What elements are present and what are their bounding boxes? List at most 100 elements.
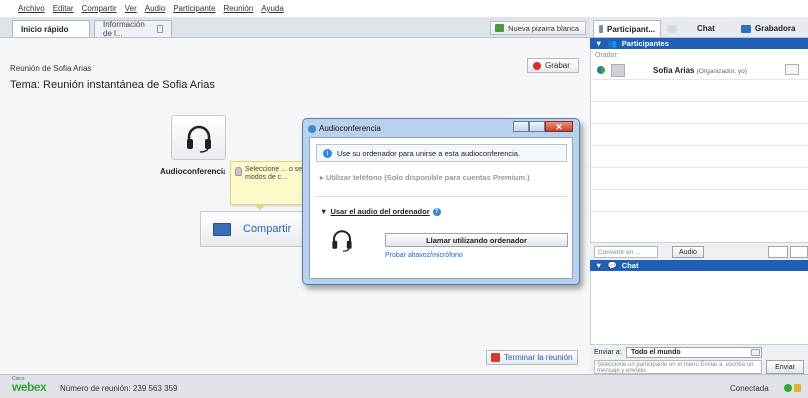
info-icon: i — [323, 148, 332, 158]
presence-icon — [597, 66, 605, 74]
chevron-down-icon — [751, 349, 760, 356]
participants-header[interactable]: ▼ 👥 Participantes — [590, 38, 808, 49]
menu-participante[interactable]: Participante — [173, 4, 215, 13]
tooltip-tail — [254, 204, 266, 210]
row-divider — [591, 101, 808, 102]
share-label: Compartir — [243, 223, 292, 235]
chat-icon — [667, 24, 677, 33]
add-participant-icon[interactable] — [790, 246, 808, 258]
audio-conference-dialog: Audioconferencia ✕ i Use su ordenador pa… — [302, 118, 580, 285]
chat-compose: Enviar a: Todo el mundo Seleccione un pa… — [590, 344, 808, 374]
dialog-body: i Use su ordenador para unirse a esta au… — [309, 137, 573, 279]
help-icon[interactable]: ? — [432, 207, 441, 216]
info-text: Use su ordenador para unirse a esta audi… — [337, 148, 521, 158]
participants-header-label: Participantes — [621, 39, 669, 48]
row-divider — [591, 189, 808, 190]
participant-row[interactable]: Sofia Arias (Organizador, yo) — [591, 62, 808, 78]
chat-header[interactable]: ▼ 💬 Chat — [590, 260, 808, 271]
tab-meeting-info[interactable]: Información de l... — [94, 20, 172, 38]
whiteboard-icon — [495, 24, 505, 32]
row-divider — [591, 79, 808, 80]
menu-editar[interactable]: Editar — [53, 4, 74, 13]
phone-option-label: Utilizar teléfono (Solo disponible para … — [325, 173, 530, 182]
audio-conference-tile[interactable] — [171, 115, 226, 160]
tab-chat-label: Chat — [697, 24, 715, 33]
content-tab-strip: Inicio rápido Información de l... Nueva … — [0, 17, 590, 38]
record-label: Grabar — [545, 61, 570, 70]
participants-toolbar: Convertir en ... Audio — [590, 242, 808, 260]
people-icon: 👥 — [607, 39, 617, 48]
menu-reunion[interactable]: Reunión — [223, 4, 253, 13]
share-tile[interactable]: Compartir — [200, 211, 312, 247]
end-meeting-label: Terminar la reunión — [504, 353, 573, 362]
maximize-icon[interactable] — [529, 121, 545, 132]
convert-to-label: Convertir en ... — [598, 248, 641, 256]
dialog-title: Audioconferencia — [319, 124, 381, 133]
connection-status: Conectada — [730, 384, 769, 393]
computer-audio-option[interactable]: ▼ Usar el audio del ordenador ? — [320, 207, 441, 216]
chat-message-input[interactable]: Seleccione un participante en el menú En… — [594, 360, 762, 374]
send-to-value: Todo el mundo — [631, 349, 681, 356]
send-to-select[interactable]: Todo el mundo — [626, 347, 762, 358]
chat-bubble-icon: 💬 — [607, 261, 617, 270]
tab-quick-start[interactable]: Inicio rápido — [12, 20, 90, 37]
test-speaker-mic-link[interactable]: Probar altavoz/micrófono — [385, 252, 463, 259]
record-icon — [533, 61, 541, 70]
call-using-computer-button[interactable]: Llamar utilizando ordenador — [385, 233, 568, 247]
send-to-label: Enviar a: — [594, 349, 622, 356]
participant-role: (Organizador, yo) — [696, 67, 747, 75]
participant-name: Sofia Arias (Organizador, yo) — [653, 66, 747, 75]
menu-archivo[interactable]: Archivo — [18, 4, 45, 13]
row-divider — [591, 167, 808, 168]
computer-audio-label: Usar el audio del ordenador — [330, 207, 430, 216]
meeting-topic: Tema: Reunión instantánea de Sofia Arias — [10, 79, 215, 91]
minimize-icon[interactable] — [513, 121, 529, 132]
video-camera-icon[interactable] — [785, 64, 799, 75]
exit-icon — [491, 353, 500, 362]
record-button[interactable]: Grabar — [527, 58, 579, 73]
status-bar: Cisco webex Número de reunión: 239 563 3… — [0, 374, 808, 398]
send-button[interactable]: Enviar — [766, 360, 804, 374]
menu-audio[interactable]: Audio — [145, 4, 165, 13]
phone-option[interactable]: ▸ Utilizar teléfono (Solo disponible par… — [320, 173, 530, 182]
row-divider — [591, 211, 808, 212]
collapse-arrow-icon: ▼ — [595, 39, 603, 48]
headset-icon — [332, 230, 352, 252]
tab-recorder-label: Grabadora — [755, 24, 796, 33]
avatar — [611, 63, 625, 77]
menu-bar: Archivo Editar Compartir Ver Audio Parti… — [0, 0, 808, 17]
tab-chat[interactable]: Chat — [662, 20, 734, 37]
recorder-icon — [741, 24, 751, 33]
close-icon[interactable]: ✕ — [545, 121, 573, 132]
lightbulb-icon — [235, 167, 242, 176]
tab-participants[interactable]: Participant... — [593, 20, 661, 37]
tab-quick-start-label: Inicio rápido — [21, 24, 69, 34]
close-icon[interactable] — [156, 25, 163, 33]
tab-participants-label: Participant... — [606, 24, 655, 34]
meeting-number: Número de reunión: 239 563 359 — [60, 384, 178, 393]
participants-list: Orador: Sofia Arias (Organizador, yo) — [590, 49, 808, 242]
audio-button[interactable]: Audio — [672, 246, 704, 258]
connection-icon — [784, 384, 792, 392]
divider — [316, 196, 567, 197]
participant-name-text: Sofia Arias — [653, 65, 695, 75]
info-message: i Use su ordenador para unirse a esta au… — [316, 144, 567, 162]
window-controls: ✕ — [513, 121, 573, 132]
new-whiteboard-button[interactable]: Nueva pizarra blanca — [490, 21, 586, 35]
menu-compartir[interactable]: Compartir — [82, 4, 117, 13]
convert-to-dropdown[interactable]: Convertir en ... — [594, 246, 658, 258]
tab-recorder[interactable]: Grabadora — [736, 20, 808, 37]
meeting-name: Reunión de Sofia Arias — [10, 64, 92, 73]
chat-header-label: Chat — [621, 261, 639, 270]
row-divider — [591, 145, 808, 146]
chat-history — [590, 271, 808, 344]
menu-ayuda[interactable]: Ayuda — [261, 4, 284, 13]
menu-ver[interactable]: Ver — [125, 4, 137, 13]
end-meeting-button[interactable]: Terminar la reunión — [486, 350, 578, 365]
webex-ball-icon — [308, 125, 316, 133]
list-options-icon[interactable] — [768, 246, 788, 258]
webex-logo: webex — [12, 380, 47, 394]
audio-conference-label: Audioconferencia — [160, 167, 225, 176]
headset-icon — [186, 125, 211, 153]
tab-meeting-info-label: Información de l... — [103, 20, 145, 38]
